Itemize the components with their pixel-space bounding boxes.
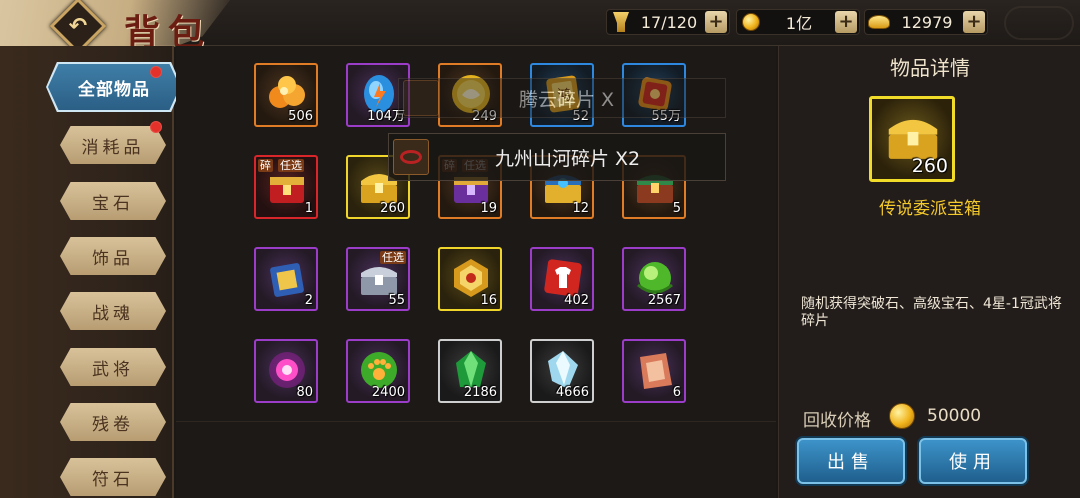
inventory-slot[interactable]: 4666 [530, 339, 594, 403]
tab-consumables[interactable]: 消耗品 [60, 126, 166, 164]
item-count: 506 [288, 109, 313, 124]
sell-button[interactable]: 出售 [797, 438, 905, 484]
item-count: 19 [480, 201, 497, 216]
gold-ingot-icon [867, 10, 891, 34]
item-count: 6 [672, 385, 681, 400]
item-count: 55 [388, 293, 405, 308]
item-count: 12 [572, 201, 589, 216]
gold-ingot-counter: 12979 + [864, 9, 988, 35]
item-count: 80 [296, 385, 313, 400]
tab-fragments[interactable]: 残卷 [60, 403, 166, 441]
gold-coin-icon [889, 403, 915, 429]
red-paper-fragment-icon [640, 353, 672, 389]
use-button[interactable]: 使用 [919, 438, 1027, 484]
scroll-fragment-icon [393, 139, 429, 175]
detail-item-name: 传说委派宝箱 [879, 199, 981, 219]
item-count: 16 [480, 293, 497, 308]
item-count: 2186 [463, 385, 497, 400]
tab-consumables-badge [150, 121, 162, 133]
grid-divider [176, 421, 776, 422]
item-count: 1 [304, 201, 313, 216]
scroll-fragment-icon [403, 80, 439, 116]
gold-coin-counter: 1亿 + [736, 9, 860, 35]
detail-item-description: 随机获得突破石、高级宝石、4星-1冠武将碎片 [801, 296, 1062, 329]
item-count: 402 [564, 293, 589, 308]
cloud-ornament-icon [1004, 6, 1074, 40]
add-gold-ingot-button[interactable]: + [963, 11, 985, 33]
bag-capacity-counter: 17/120 + [606, 9, 730, 35]
expand-bag-button[interactable]: + [705, 11, 727, 33]
inventory-slot[interactable]: 碎 任选 1 [254, 155, 318, 219]
reward-toast-text: 腾云碎片 X [519, 88, 615, 111]
reward-toast: 九州山河碎片 X2 [388, 133, 726, 181]
item-count: 2567 [647, 293, 681, 308]
inventory-slot[interactable]: 2567 [622, 247, 686, 311]
inventory-slot[interactable]: 80 [254, 339, 318, 403]
reward-toast-text: 九州山河碎片 X2 [495, 147, 641, 170]
tab-gems[interactable]: 宝石 [60, 182, 166, 220]
detail-item-frame: 260 [869, 96, 955, 182]
reward-toast: 腾云碎片 X [398, 78, 726, 118]
item-count: 4666 [555, 385, 589, 400]
top-bar: ↶ 背包 17/120 + 1亿 + 12979 + [0, 0, 1080, 55]
item-count: 2400 [371, 385, 405, 400]
item-detail-panel: 物品详情 260 传说委派宝箱 随机获得突破石、高级宝石、4星-1冠武将碎片 回… [778, 46, 1080, 498]
recycle-price-label: 回收价格 [803, 411, 871, 431]
add-gold-coin-button[interactable]: + [835, 11, 857, 33]
tab-all-items-badge [150, 66, 162, 78]
optional-tag: 任选 [380, 251, 406, 264]
tab-accessories[interactable]: 饰品 [60, 237, 166, 275]
blue-gold-box-icon [270, 263, 304, 297]
item-count: 260 [380, 201, 405, 216]
detail-item-count: 260 [911, 155, 948, 177]
inventory-slot[interactable]: 402 [530, 247, 594, 311]
bag-capacity-icon [609, 10, 633, 34]
recycle-price-value: 50000 [927, 406, 982, 426]
inventory-slot[interactable]: 2400 [346, 339, 410, 403]
detail-title: 物品详情 [890, 56, 970, 80]
tab-generals[interactable]: 武将 [60, 348, 166, 386]
item-count: 2 [304, 293, 313, 308]
gold-ingot-value: 12979 [901, 12, 953, 32]
tab-war-souls[interactable]: 战魂 [60, 292, 166, 330]
optional-tag: 任选 [278, 159, 304, 172]
gold-coin-value: 1亿 [785, 14, 813, 33]
bag-capacity-value: 17/120 [640, 12, 698, 32]
back-arrow-icon: ↶ [68, 13, 88, 39]
gold-coin-icon [739, 10, 763, 34]
inventory-slot[interactable]: 506 [254, 63, 318, 127]
inventory-slot[interactable]: 2 [254, 247, 318, 311]
inventory-slot[interactable]: 16 [438, 247, 502, 311]
fragment-tag: 碎 [258, 159, 273, 172]
tab-runestones[interactable]: 符石 [60, 458, 166, 496]
inventory-slot[interactable]: 任选 55 [346, 247, 410, 311]
item-count: 5 [672, 201, 681, 216]
inventory-slot[interactable]: 2186 [438, 339, 502, 403]
inventory-slot[interactable]: 6 [622, 339, 686, 403]
